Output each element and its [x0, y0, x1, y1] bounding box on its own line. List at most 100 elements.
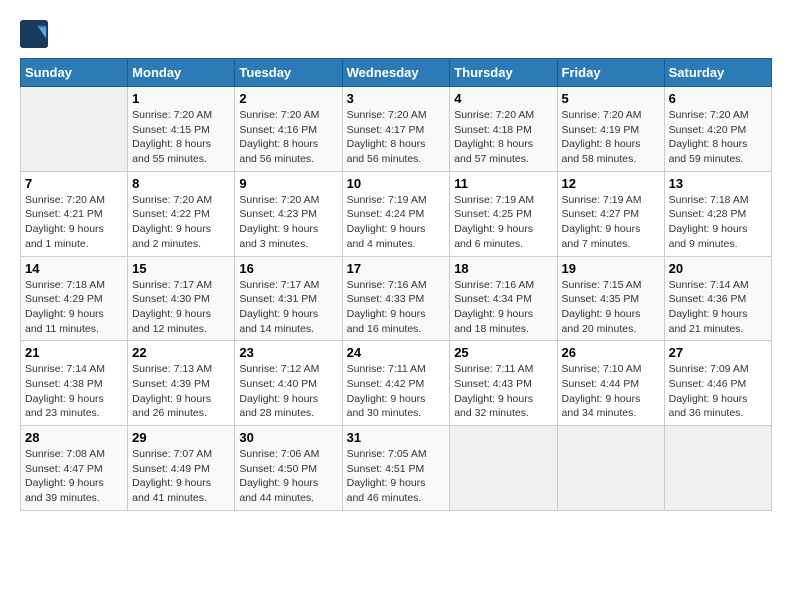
- calendar-cell: 22 Sunrise: 7:13 AMSunset: 4:39 PMDayligh…: [128, 341, 235, 426]
- cell-info: Sunrise: 7:20 AMSunset: 4:16 PMDaylight:…: [239, 108, 337, 167]
- calendar-cell: 31 Sunrise: 7:05 AMSunset: 4:51 PMDayligh…: [342, 426, 450, 511]
- calendar-cell: 26Sunrise: 7:10 AMSunset: 4:44 PMDayligh…: [557, 341, 664, 426]
- page-header: [20, 20, 772, 48]
- weekday-header-cell: Thursday: [450, 59, 557, 87]
- weekday-header-cell: Monday: [128, 59, 235, 87]
- day-number: 13: [669, 176, 767, 191]
- day-number: 19: [562, 261, 660, 276]
- cell-info: Sunrise: 7:14 AMSunset: 4:36 PMDaylight:…: [669, 278, 767, 337]
- cell-info: Sunrise: 7:20 AMSunset: 4:23 PMDaylight:…: [239, 193, 337, 252]
- logo: [20, 20, 52, 48]
- calendar-cell: 7 Sunrise: 7:20 AMSunset: 4:21 PMDaylight…: [21, 171, 128, 256]
- cell-info: Sunrise: 7:19 AMSunset: 4:24 PMDaylight:…: [347, 193, 446, 252]
- day-number: 3: [347, 91, 446, 106]
- cell-info: Sunrise: 7:20 AMSunset: 4:19 PMDaylight:…: [562, 108, 660, 167]
- calendar-cell: 17 Sunrise: 7:16 AMSunset: 4:33 PMDayligh…: [342, 256, 450, 341]
- day-number: 1: [132, 91, 230, 106]
- day-number: 14: [25, 261, 123, 276]
- day-number: 20: [669, 261, 767, 276]
- calendar-cell: [664, 426, 771, 511]
- day-number: 6: [669, 91, 767, 106]
- cell-info: Sunrise: 7:16 AMSunset: 4:34 PMDaylight:…: [454, 278, 552, 337]
- calendar-cell: 21 Sunrise: 7:14 AMSunset: 4:38 PMDayligh…: [21, 341, 128, 426]
- weekday-header-row: SundayMondayTuesdayWednesdayThursdayFrid…: [21, 59, 772, 87]
- day-number: 2: [239, 91, 337, 106]
- day-number: 9: [239, 176, 337, 191]
- calendar-table: SundayMondayTuesdayWednesdayThursdayFrid…: [20, 58, 772, 511]
- calendar-cell: 19 Sunrise: 7:15 AMSunset: 4:35 PMDayligh…: [557, 256, 664, 341]
- calendar-cell: 6 Sunrise: 7:20 AMSunset: 4:20 PMDaylight…: [664, 87, 771, 172]
- cell-info: Sunrise: 7:08 AMSunset: 4:47 PMDaylight:…: [25, 447, 123, 506]
- cell-info: Sunrise: 7:06 AMSunset: 4:50 PMDaylight:…: [239, 447, 337, 506]
- cell-info: Sunrise: 7:17 AMSunset: 4:31 PMDaylight:…: [239, 278, 337, 337]
- weekday-header-cell: Tuesday: [235, 59, 342, 87]
- cell-info: Sunrise: 7:11 AMSunset: 4:43 PMDaylight:…: [454, 362, 552, 421]
- calendar-week-row: 7 Sunrise: 7:20 AMSunset: 4:21 PMDaylight…: [21, 171, 772, 256]
- calendar-cell: [450, 426, 557, 511]
- day-number: 16: [239, 261, 337, 276]
- day-number: 25: [454, 345, 552, 360]
- day-number: 24: [347, 345, 446, 360]
- calendar-body: 1 Sunrise: 7:20 AMSunset: 4:15 PMDaylight…: [21, 87, 772, 511]
- cell-info: Sunrise: 7:20 AMSunset: 4:20 PMDaylight:…: [669, 108, 767, 167]
- cell-info: Sunrise: 7:19 AMSunset: 4:25 PMDaylight:…: [454, 193, 552, 252]
- cell-info: Sunrise: 7:05 AMSunset: 4:51 PMDaylight:…: [347, 447, 446, 506]
- weekday-header-cell: Saturday: [664, 59, 771, 87]
- cell-info: Sunrise: 7:19 AMSunset: 4:27 PMDaylight:…: [562, 193, 660, 252]
- day-number: 23: [239, 345, 337, 360]
- cell-info: Sunrise: 7:20 AMSunset: 4:21 PMDaylight:…: [25, 193, 123, 252]
- cell-info: Sunrise: 7:09 AMSunset: 4:46 PMDaylight:…: [669, 362, 767, 421]
- cell-info: Sunrise: 7:20 AMSunset: 4:15 PMDaylight:…: [132, 108, 230, 167]
- calendar-cell: 3 Sunrise: 7:20 AMSunset: 4:17 PMDaylight…: [342, 87, 450, 172]
- day-number: 10: [347, 176, 446, 191]
- calendar-cell: 15Sunrise: 7:17 AMSunset: 4:30 PMDayligh…: [128, 256, 235, 341]
- calendar-cell: 4Sunrise: 7:20 AMSunset: 4:18 PMDaylight…: [450, 87, 557, 172]
- cell-info: Sunrise: 7:20 AMSunset: 4:18 PMDaylight:…: [454, 108, 552, 167]
- calendar-cell: 25 Sunrise: 7:11 AMSunset: 4:43 PMDayligh…: [450, 341, 557, 426]
- calendar-cell: 20 Sunrise: 7:14 AMSunset: 4:36 PMDayligh…: [664, 256, 771, 341]
- day-number: 7: [25, 176, 123, 191]
- calendar-cell: 13 Sunrise: 7:18 AMSunset: 4:28 PMDayligh…: [664, 171, 771, 256]
- calendar-cell: 27 Sunrise: 7:09 AMSunset: 4:46 PMDayligh…: [664, 341, 771, 426]
- day-number: 17: [347, 261, 446, 276]
- cell-info: Sunrise: 7:13 AMSunset: 4:39 PMDaylight:…: [132, 362, 230, 421]
- calendar-week-row: 1 Sunrise: 7:20 AMSunset: 4:15 PMDaylight…: [21, 87, 772, 172]
- cell-info: Sunrise: 7:20 AMSunset: 4:22 PMDaylight:…: [132, 193, 230, 252]
- day-number: 30: [239, 430, 337, 445]
- cell-info: Sunrise: 7:16 AMSunset: 4:33 PMDaylight:…: [347, 278, 446, 337]
- calendar-cell: 2 Sunrise: 7:20 AMSunset: 4:16 PMDaylight…: [235, 87, 342, 172]
- calendar-cell: 12 Sunrise: 7:19 AMSunset: 4:27 PMDayligh…: [557, 171, 664, 256]
- cell-info: Sunrise: 7:18 AMSunset: 4:29 PMDaylight:…: [25, 278, 123, 337]
- calendar-cell: 8 Sunrise: 7:20 AMSunset: 4:22 PMDaylight…: [128, 171, 235, 256]
- calendar-cell: 14 Sunrise: 7:18 AMSunset: 4:29 PMDayligh…: [21, 256, 128, 341]
- day-number: 21: [25, 345, 123, 360]
- calendar-cell: 28 Sunrise: 7:08 AMSunset: 4:47 PMDayligh…: [21, 426, 128, 511]
- logo-icon: [20, 20, 48, 48]
- calendar-cell: 1 Sunrise: 7:20 AMSunset: 4:15 PMDaylight…: [128, 87, 235, 172]
- cell-info: Sunrise: 7:15 AMSunset: 4:35 PMDaylight:…: [562, 278, 660, 337]
- day-number: 12: [562, 176, 660, 191]
- calendar-cell: 9 Sunrise: 7:20 AMSunset: 4:23 PMDaylight…: [235, 171, 342, 256]
- calendar-cell: 29 Sunrise: 7:07 AMSunset: 4:49 PMDayligh…: [128, 426, 235, 511]
- calendar-cell: 18Sunrise: 7:16 AMSunset: 4:34 PMDayligh…: [450, 256, 557, 341]
- day-number: 8: [132, 176, 230, 191]
- day-number: 5: [562, 91, 660, 106]
- calendar-cell: [557, 426, 664, 511]
- calendar-cell: [21, 87, 128, 172]
- day-number: 22: [132, 345, 230, 360]
- calendar-cell: 11 Sunrise: 7:19 AMSunset: 4:25 PMDayligh…: [450, 171, 557, 256]
- day-number: 11: [454, 176, 552, 191]
- cell-info: Sunrise: 7:20 AMSunset: 4:17 PMDaylight:…: [347, 108, 446, 167]
- day-number: 29: [132, 430, 230, 445]
- cell-info: Sunrise: 7:14 AMSunset: 4:38 PMDaylight:…: [25, 362, 123, 421]
- cell-info: Sunrise: 7:17 AMSunset: 4:30 PMDaylight:…: [132, 278, 230, 337]
- calendar-week-row: 14 Sunrise: 7:18 AMSunset: 4:29 PMDayligh…: [21, 256, 772, 341]
- cell-info: Sunrise: 7:12 AMSunset: 4:40 PMDaylight:…: [239, 362, 337, 421]
- cell-info: Sunrise: 7:18 AMSunset: 4:28 PMDaylight:…: [669, 193, 767, 252]
- day-number: 28: [25, 430, 123, 445]
- day-number: 27: [669, 345, 767, 360]
- cell-info: Sunrise: 7:07 AMSunset: 4:49 PMDaylight:…: [132, 447, 230, 506]
- day-number: 31: [347, 430, 446, 445]
- calendar-cell: 24Sunrise: 7:11 AMSunset: 4:42 PMDayligh…: [342, 341, 450, 426]
- calendar-week-row: 21 Sunrise: 7:14 AMSunset: 4:38 PMDayligh…: [21, 341, 772, 426]
